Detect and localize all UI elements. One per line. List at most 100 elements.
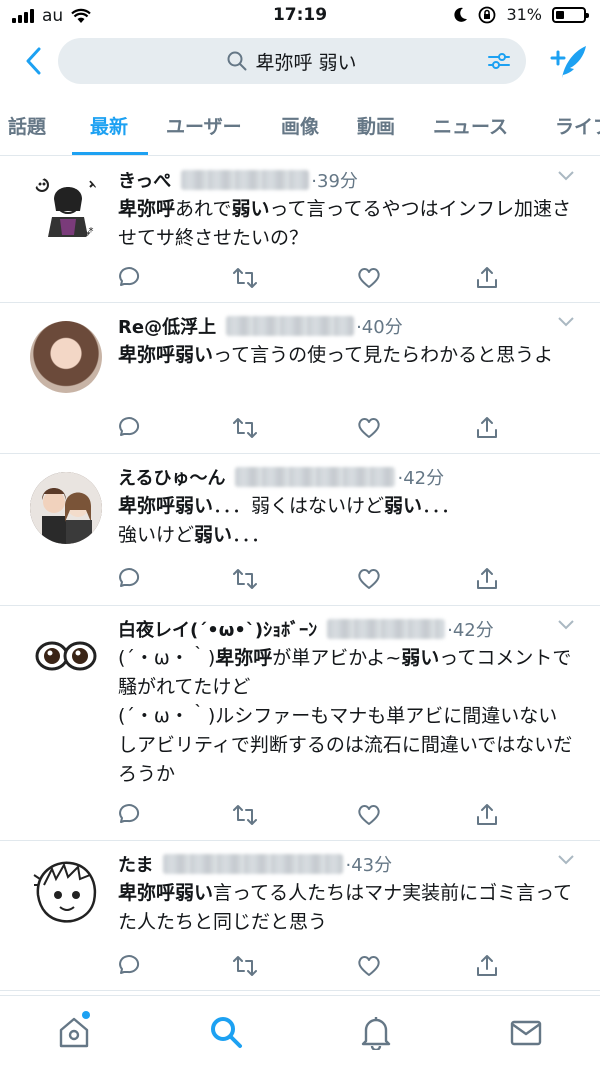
- rotation-lock-icon: [479, 6, 496, 23]
- tweet-actions: [116, 415, 506, 441]
- tweet[interactable]: 白夜レイ(´•ω•`)ｼｮﾎﾞｰﾝ ·42分 (´・ω・｀)卑弥呼が単アビかよ~…: [0, 606, 600, 841]
- share-icon[interactable]: [474, 566, 500, 592]
- avatar[interactable]: [30, 472, 102, 544]
- tweet-text-segment: あれで: [175, 198, 232, 220]
- chevron-down-icon[interactable]: [558, 855, 574, 865]
- search-header: 卑弥呼 弱い: [0, 34, 600, 90]
- like-icon[interactable]: [356, 802, 382, 828]
- avatar[interactable]: [30, 620, 102, 692]
- search-query: 卑弥呼 弱い: [255, 51, 357, 74]
- tweet-text-segment: (´・ω・｀): [118, 647, 216, 669]
- retweet-icon[interactable]: [232, 566, 258, 592]
- avatar[interactable]: [30, 855, 102, 927]
- highlighted-keyword: 弱い: [384, 495, 423, 517]
- user-name[interactable]: Re@低浮上: [118, 313, 216, 339]
- tweet-header: えるひゅ〜ん ·42分: [118, 464, 564, 490]
- user-name[interactable]: きっぺ: [118, 167, 171, 193]
- tweet-header: 白夜レイ(´•ω•`)ｼｮﾎﾞｰﾝ ·42分: [118, 616, 564, 642]
- tweet-text-segment: ．．．弱くはないけど: [213, 495, 385, 517]
- filter-settings-icon[interactable]: [486, 48, 512, 74]
- tab-users[interactable]: ユーザー: [166, 112, 242, 139]
- highlighted-keyword: 弱い: [231, 198, 270, 220]
- home-icon: [59, 1017, 89, 1048]
- tweet-actions: [116, 265, 506, 291]
- reply-icon[interactable]: [116, 953, 142, 979]
- avatar-drawing: [33, 861, 97, 923]
- status-bar: au 17:19 31%: [0, 0, 600, 34]
- moon-icon: [454, 7, 468, 22]
- notifications-tab[interactable]: [358, 1014, 394, 1052]
- retweet-icon[interactable]: [232, 953, 258, 979]
- share-icon[interactable]: [474, 802, 500, 828]
- tweet-text-segment: ．．．: [232, 524, 271, 546]
- tab-trending[interactable]: 話題: [8, 112, 46, 139]
- bell-icon: [361, 1017, 391, 1052]
- chevron-down-icon[interactable]: [558, 620, 574, 630]
- battery-level: [556, 10, 565, 19]
- avatar[interactable]: [30, 321, 102, 393]
- tweet-time[interactable]: ·42分: [397, 464, 444, 490]
- highlighted-keyword: 卑弥呼: [215, 647, 273, 669]
- tweet-text: (´・ω・｀)卑弥呼が単アビかよ~弱いってコメントで騒がれてたけど (´・ω・｀)…: [118, 644, 574, 789]
- like-icon[interactable]: [356, 415, 382, 441]
- retweet-icon[interactable]: [232, 415, 258, 441]
- blurred-handle: [327, 619, 446, 639]
- tweet[interactable]: たま ·43分 卑弥呼弱い言ってる人たちはマナ実装前にゴミ言ってた人たちと同じだ…: [0, 841, 600, 991]
- tab-live[interactable]: ライブ: [555, 112, 600, 139]
- like-icon[interactable]: [356, 566, 382, 592]
- highlighted-keyword: 卑弥呼弱い: [118, 495, 214, 517]
- notification-dot: [82, 1011, 90, 1019]
- search-icon: [211, 1017, 242, 1048]
- messages-tab[interactable]: [508, 1014, 544, 1050]
- tweet-actions: [116, 953, 506, 979]
- avatar-eyes-drawing: [35, 641, 97, 671]
- envelope-icon: [510, 1020, 542, 1046]
- tweet-header: たま ·43分: [118, 851, 564, 877]
- search-icon: [227, 51, 247, 71]
- tweet-text-segment: が単アビかよ~: [272, 647, 402, 669]
- back-button[interactable]: [18, 44, 48, 78]
- tweet-time[interactable]: ·40分: [356, 313, 403, 339]
- tweet[interactable]: Re@低浮上 ·40分 卑弥呼弱いって言うの使って見たらわかると思うよ: [0, 303, 600, 454]
- share-icon[interactable]: [474, 415, 500, 441]
- reply-icon[interactable]: [116, 415, 142, 441]
- search-input[interactable]: 卑弥呼 弱い: [58, 38, 526, 84]
- blurred-handle: [163, 854, 344, 874]
- retweet-icon[interactable]: [232, 265, 258, 291]
- tweet-text-segment: って言うの使って見たらわかると思うよ: [213, 344, 554, 366]
- share-icon[interactable]: [474, 265, 500, 291]
- tweet-text: 卑弥呼弱いって言うの使って見たらわかると思うよ: [118, 341, 574, 370]
- reply-icon[interactable]: [116, 802, 142, 828]
- tab-latest[interactable]: 最新: [90, 112, 128, 139]
- svg-text:⁂: ⁂: [86, 226, 96, 238]
- avatar[interactable]: ⁂: [30, 171, 102, 243]
- user-name[interactable]: 白夜レイ(´•ω•`)ｼｮﾎﾞｰﾝ: [118, 616, 317, 642]
- tab-videos[interactable]: 動画: [357, 112, 395, 139]
- user-name[interactable]: えるひゅ〜ん: [118, 464, 225, 490]
- tweet-time[interactable]: ·39分: [311, 167, 358, 193]
- reply-icon[interactable]: [116, 566, 142, 592]
- reply-icon[interactable]: [116, 265, 142, 291]
- retweet-icon[interactable]: [232, 802, 258, 828]
- chevron-down-icon[interactable]: [558, 317, 574, 327]
- tab-images[interactable]: 画像: [281, 112, 319, 139]
- search-tab[interactable]: [208, 1014, 244, 1050]
- tweet[interactable]: ⁂ きっぺ ·39分 卑弥呼あれで弱いって言ってるやつはインフレ加速させてサ終さ…: [0, 157, 600, 303]
- tweet-text: 卑弥呼弱い言ってる人たちはマナ実装前にゴミ言ってた人たちと同じだと思う: [118, 879, 574, 937]
- tweet-text-segment: (´・ω・｀)ルシファーもマナも単アビに間違いないしアビリティで判断するのは流石…: [118, 705, 573, 785]
- tweet-time[interactable]: ·42分: [447, 616, 494, 642]
- highlighted-keyword: 弱い: [401, 647, 440, 669]
- like-icon[interactable]: [356, 265, 382, 291]
- tab-news[interactable]: ニュース: [433, 112, 508, 139]
- share-icon[interactable]: [474, 953, 500, 979]
- blurred-handle: [235, 467, 396, 487]
- like-icon[interactable]: [356, 953, 382, 979]
- home-tab[interactable]: [56, 1011, 92, 1050]
- highlighted-keyword: 卑弥呼: [118, 198, 176, 220]
- user-name[interactable]: たま: [118, 851, 153, 877]
- chevron-down-icon[interactable]: [558, 171, 574, 181]
- compose-tweet-icon[interactable]: [548, 42, 588, 82]
- tweet[interactable]: えるひゅ〜ん ·42分 卑弥呼弱い．．．弱くはないけど弱い．．． 強いけど弱い．．…: [0, 454, 600, 606]
- tweet-time[interactable]: ·43分: [345, 851, 392, 877]
- blurred-handle: [181, 170, 310, 190]
